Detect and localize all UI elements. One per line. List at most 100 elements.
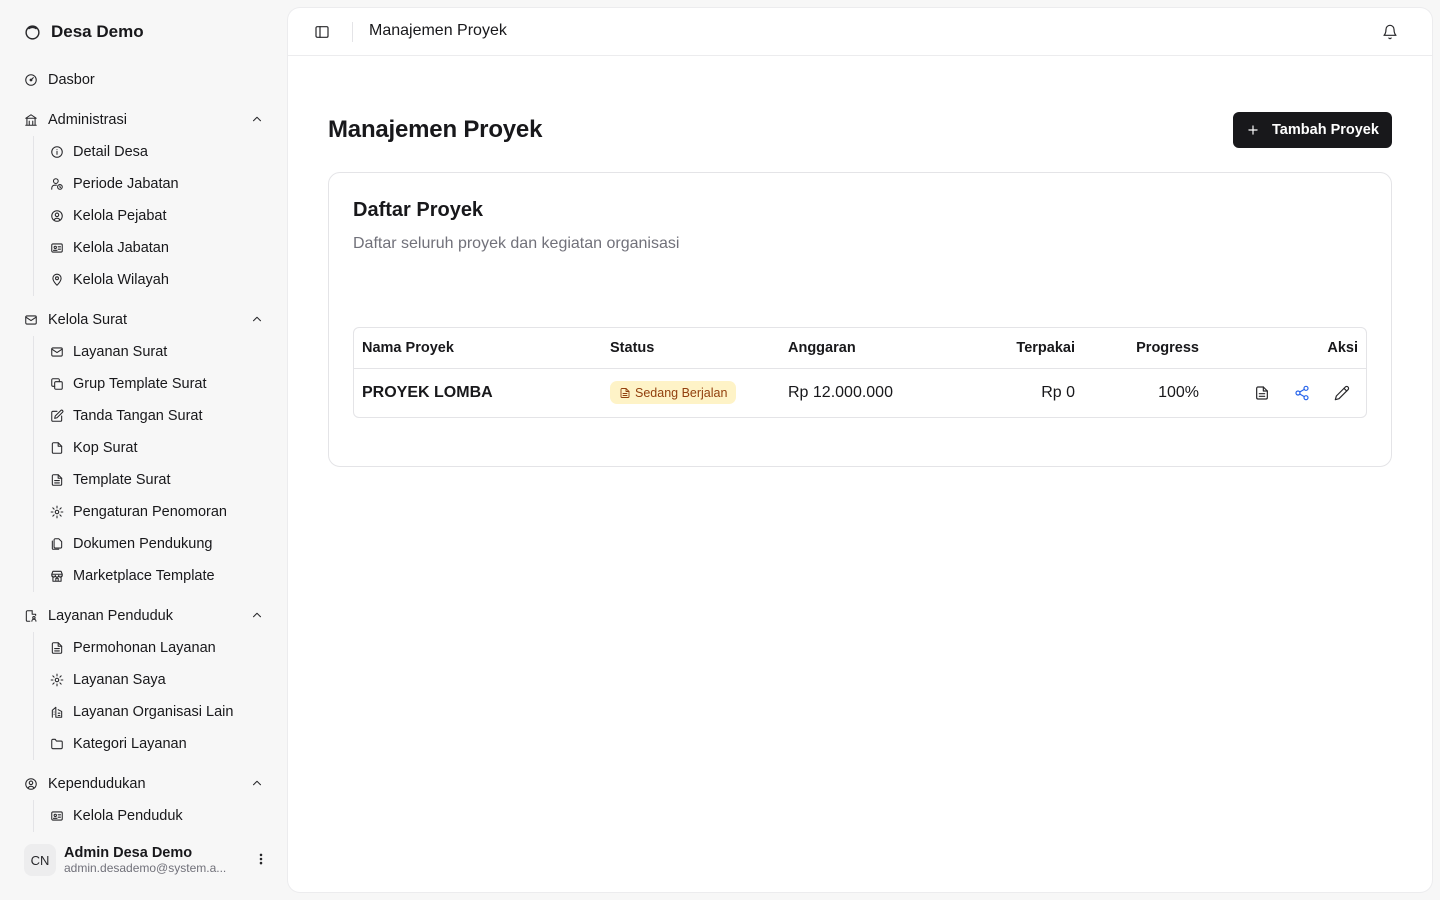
sidebar-item-kelola-pejabat[interactable]: Kelola Pejabat (50, 204, 264, 228)
settings-icon (50, 673, 64, 687)
mail-icon (51, 347, 63, 357)
sidebar-item-label: Kategori Layanan (73, 736, 187, 752)
chevron-up-icon[interactable] (250, 608, 264, 622)
notifications-button[interactable] (1382, 24, 1398, 40)
user-info: Admin Desa Demo admin.desademo@system.a.… (64, 845, 240, 875)
sidebar: Desa Demo Dasbor Administrasi Detail Des… (0, 0, 288, 900)
sidebar-item-kategori-layanan[interactable]: Kategori Layanan (50, 732, 264, 756)
column-header-status[interactable]: Status (610, 340, 654, 356)
user-name: Admin Desa Demo (64, 845, 193, 861)
nav-label: Layanan Penduduk (48, 608, 173, 624)
column-header-name[interactable]: Nama Proyek (362, 340, 454, 356)
status-text: Sedang Berjalan (635, 385, 728, 400)
topbar: Manajemen Proyek (288, 8, 1432, 56)
column-header-used[interactable]: Terpakai (1016, 340, 1075, 356)
share-icon (1295, 385, 1309, 401)
info-icon (51, 146, 63, 158)
sidebar-item-marketplace-template[interactable]: Marketplace Template (50, 564, 264, 588)
topbar-separator (352, 22, 353, 42)
sidebar-item-template-surat[interactable]: Template Surat (50, 468, 264, 492)
sidebar-item-periode-jabatan[interactable]: Periode Jabatan (50, 172, 264, 196)
main-panel: Manajemen Proyek Manajemen Proyek Tambah… (288, 8, 1432, 892)
sidebar-item-label: Layanan Saya (73, 672, 166, 688)
column-header-progress[interactable]: Progress (1136, 340, 1199, 356)
chevron-up-icon[interactable] (250, 312, 264, 326)
more-vertical-icon[interactable] (254, 852, 268, 866)
nav-dasbor[interactable]: Dasbor (24, 68, 264, 92)
map-pin-icon (52, 273, 62, 286)
plus-icon (1248, 125, 1258, 135)
view-detail-button[interactable] (1254, 385, 1270, 401)
sidebar-item-label: Pengaturan Penomoran (73, 504, 227, 520)
brand[interactable]: Desa Demo (24, 22, 144, 42)
sidebar-item-layanan-organisasi-lain[interactable]: Layanan Organisasi Lain (50, 700, 264, 724)
sidebar-item-label: Grup Template Surat (73, 376, 207, 392)
sidebar-item-tanda-tangan-surat[interactable]: Tanda Tangan Surat (50, 404, 264, 428)
sidebar-item-layanan-surat[interactable]: Layanan Surat (50, 340, 264, 364)
sidebar-toggle-button[interactable] (314, 24, 330, 40)
sidebar-item-label: Kelola Pejabat (73, 208, 167, 224)
edit-button[interactable] (1334, 385, 1350, 401)
project-list-card: Daftar Proyek Daftar seluruh proyek dan … (328, 172, 1392, 467)
sidebar-item-dokumen-pendukung[interactable]: Dokumen Pendukung (50, 532, 264, 556)
sidebar-item-label: Kelola Wilayah (73, 272, 169, 288)
table-row[interactable]: PROYEK LOMBA Sedang Berjalan Rp 12.000.0… (354, 369, 1366, 417)
sidebar-item-label: Periode Jabatan (73, 176, 179, 192)
column-header-budget[interactable]: Anggaran (788, 340, 856, 356)
brand-name: Desa Demo (51, 22, 144, 41)
gauge-icon (25, 74, 37, 86)
sidebar-item-label: Marketplace Template (73, 568, 215, 584)
files-icon (51, 538, 63, 550)
nav-group-layanan-penduduk[interactable]: Layanan Penduduk (24, 604, 264, 628)
landmark-icon (25, 114, 37, 126)
sidebar-item-kelola-penduduk[interactable]: Kelola Penduduk (50, 804, 264, 828)
status-badge: Sedang Berjalan (610, 381, 737, 404)
group-divider-line (33, 800, 34, 832)
sidebar-item-label: Layanan Organisasi Lain (73, 704, 234, 720)
sidebar-item-grup-template-surat[interactable]: Grup Template Surat (50, 372, 264, 396)
sidebar-item-label: Kelola Penduduk (73, 808, 183, 824)
file-text-icon (51, 474, 63, 486)
group-divider-line (33, 336, 34, 592)
sidebar-item-label: Detail Desa (73, 144, 148, 160)
nav-group-administrasi[interactable]: Administrasi (24, 108, 264, 132)
nav-group-kelola-surat[interactable]: Kelola Surat (24, 308, 264, 332)
user-circle-icon (25, 778, 37, 790)
sidebar-item-label: Dokumen Pendukung (73, 536, 213, 552)
sidebar-item-label: Layanan Surat (73, 344, 168, 360)
sidebar-item-kelola-wilayah[interactable]: Kelola Wilayah (50, 268, 264, 292)
table-header: Nama Proyek Status Anggaran Terpakai Pro… (354, 328, 1366, 369)
share-button[interactable] (1294, 385, 1310, 401)
id-card-icon (51, 243, 63, 253)
sidebar-item-pengaturan-penomoran[interactable]: Pengaturan Penomoran (50, 500, 264, 524)
sidebar-item-layanan-saya[interactable]: Layanan Saya (50, 668, 264, 692)
column-header-actions: Aksi (1327, 340, 1358, 356)
folder-icon (51, 738, 63, 750)
sidebar-item-kelola-jabatan[interactable]: Kelola Jabatan (50, 236, 264, 260)
sidebar-item-label: Template Surat (73, 472, 171, 488)
chevron-up-icon[interactable] (250, 112, 264, 126)
copy-icon (51, 378, 63, 390)
project-table: Nama Proyek Status Anggaran Terpakai Pro… (353, 327, 1367, 418)
add-project-button[interactable]: Tambah Proyek (1233, 112, 1392, 148)
nav-group-kependudukan[interactable]: Kependudukan (24, 772, 264, 796)
sidebar-item-label: Kelola Jabatan (73, 240, 169, 256)
user-menu[interactable]: CN Admin Desa Demo admin.desademo@system… (24, 840, 268, 880)
mail-icon (25, 315, 37, 325)
sidebar-item-permohonan-layanan[interactable]: Permohonan Layanan (50, 636, 264, 660)
sidebar-item-label: Permohonan Layanan (73, 640, 216, 656)
chevron-up-icon[interactable] (250, 776, 264, 790)
sidebar-item-detail-desa[interactable]: Detail Desa (50, 140, 264, 164)
card-description: Daftar seluruh proyek dan kegiatan organ… (353, 235, 680, 252)
file-icon (51, 442, 63, 454)
group-divider-line (33, 136, 34, 296)
project-progress: 100% (1158, 384, 1199, 401)
store-icon (51, 570, 63, 582)
nav-label: Dasbor (48, 72, 95, 88)
add-project-label: Tambah Proyek (1272, 122, 1379, 138)
breadcrumb: Manajemen Proyek (369, 22, 507, 39)
file-text-icon (620, 387, 630, 398)
user-email: admin.desademo@system.a... (64, 861, 227, 875)
project-used: Rp 0 (1041, 384, 1075, 401)
sidebar-item-kop-surat[interactable]: Kop Surat (50, 436, 264, 460)
